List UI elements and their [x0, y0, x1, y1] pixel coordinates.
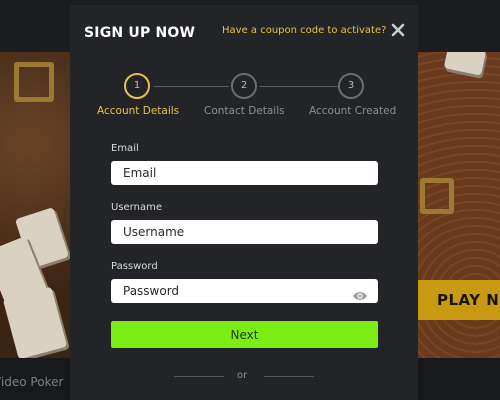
- password-field[interactable]: [111, 279, 378, 303]
- or-label: or: [237, 370, 248, 381]
- step-1-label: Account Details: [97, 105, 180, 117]
- ornament-decoration: [14, 62, 54, 102]
- modal-title: SIGN UP NOW: [84, 25, 196, 41]
- eye-icon[interactable]: [352, 290, 368, 302]
- step-connector: [154, 86, 229, 87]
- step-1-indicator: 1: [124, 73, 150, 99]
- ornament-decoration: [420, 178, 454, 214]
- step-3-label: Account Created: [309, 105, 397, 117]
- username-label: Username: [111, 202, 162, 213]
- or-divider: or: [174, 370, 314, 384]
- step-connector: [259, 86, 338, 87]
- mahjong-tile: [443, 52, 487, 76]
- signup-modal: SIGN UP NOW Have a coupon code to activa…: [70, 5, 418, 400]
- close-icon[interactable]: [390, 22, 406, 38]
- next-button[interactable]: Next: [111, 321, 378, 348]
- mahjong-tile: [2, 286, 68, 358]
- signup-stepper: 1 2 3 Account Details Contact Details Ac…: [70, 69, 418, 129]
- divider-line: [174, 376, 224, 377]
- coupon-code-link[interactable]: Have a coupon code to activate?: [222, 25, 386, 36]
- username-field[interactable]: [111, 220, 378, 244]
- game-caption: Video Poker: [0, 375, 64, 389]
- email-label: Email: [111, 143, 139, 154]
- step-3-indicator: 3: [338, 73, 364, 99]
- step-2-label: Contact Details: [204, 105, 285, 117]
- password-label: Password: [111, 261, 158, 272]
- email-field[interactable]: [111, 161, 378, 185]
- game-thumbnail-left[interactable]: [0, 52, 70, 358]
- divider-line: [264, 376, 314, 377]
- play-now-button[interactable]: PLAY N: [418, 280, 500, 320]
- step-2-indicator: 2: [231, 73, 257, 99]
